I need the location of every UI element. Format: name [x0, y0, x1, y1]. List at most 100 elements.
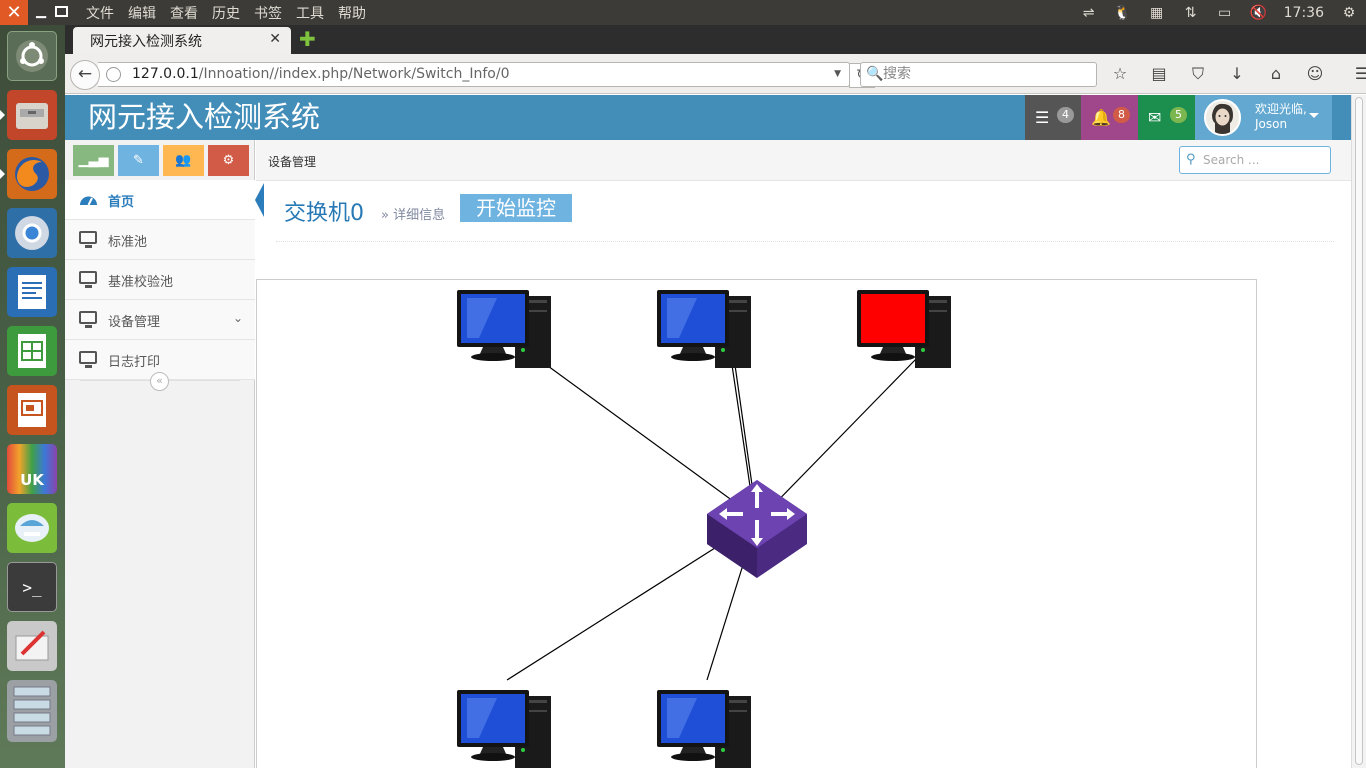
sidebar-item-home[interactable]: 首页 — [65, 180, 264, 220]
tab-strip: 网元接入检测系统 ✕ ✚ — [65, 25, 1366, 54]
tasks-button[interactable]: ☰ 4 — [1025, 95, 1081, 140]
globe-icon — [106, 67, 121, 82]
reading-list-icon[interactable]: ▤ — [1147, 62, 1171, 86]
active-indicator — [255, 183, 264, 217]
page-title-id: 0 — [350, 201, 365, 226]
menu-tools[interactable]: 工具 — [296, 3, 324, 23]
clock-text[interactable]: 17:36 — [1284, 5, 1324, 21]
page-search-placeholder: Search ... — [1203, 153, 1260, 167]
url-path: /Innoation//index.php/Network/Switch_Inf… — [198, 66, 510, 82]
messages-button[interactable]: ✉ 5 — [1138, 95, 1195, 140]
search-icon: ⚲ — [1186, 152, 1196, 167]
tux-icon[interactable]: 🐧 — [1114, 5, 1132, 21]
menu-bookmarks[interactable]: 书签 — [254, 3, 282, 23]
browser-tab[interactable]: 网元接入检测系统 ✕ — [73, 27, 291, 54]
sidebar-item-label: 基准校验池 — [108, 275, 174, 290]
pc-bottom-center-icon[interactable] — [657, 690, 751, 768]
tasks-icon: ☰ — [1035, 108, 1050, 127]
breadcrumb-bar: 设备管理 ⚲ Search ... — [256, 140, 1351, 181]
calendar-icon[interactable]: ▦ — [1148, 5, 1166, 21]
page-header: 交换机0 » 详细信息 开始监控 — [276, 194, 1334, 242]
libreoffice-calc-icon[interactable] — [7, 326, 57, 376]
terminal-icon[interactable]: >_ — [7, 562, 57, 612]
workspace-switcher-icon[interactable] — [7, 680, 57, 742]
pc-top-center-icon[interactable] — [657, 290, 751, 368]
user-menu[interactable]: 欢迎光临, Joson — [1195, 95, 1332, 140]
file-manager-icon[interactable] — [0, 90, 57, 140]
menu-edit[interactable]: 编辑 — [128, 3, 156, 23]
sidebar-collapse-button[interactable]: « — [150, 372, 169, 391]
signal-bars-button[interactable]: ▁▃▅ — [73, 145, 114, 176]
web-page: 网元接入检测系统 ☰ 4 🔔 8 ✉ 5 欢迎光临, Joson ▁▃▅ ✎ 👥… — [65, 95, 1351, 768]
caret-down-icon — [1309, 113, 1319, 118]
menu-view[interactable]: 查看 — [170, 3, 198, 23]
breadcrumb[interactable]: 设备管理 — [268, 153, 316, 170]
window-minimize-button[interactable]: ▁ — [33, 4, 49, 20]
libreoffice-writer-icon[interactable] — [7, 267, 57, 317]
sidebar-item-label: 首页 — [108, 195, 135, 210]
downloads-icon[interactable]: ↓ — [1225, 62, 1249, 86]
start-monitor-button[interactable]: 开始监控 — [460, 194, 572, 222]
menu-help[interactable]: 帮助 — [338, 3, 366, 23]
switch-icon[interactable] — [707, 480, 807, 578]
scrollbar-thumb[interactable] — [1355, 97, 1363, 765]
ubuntu-software-icon[interactable]: UK — [7, 444, 57, 494]
app-title[interactable]: 网元接入检测系统 — [88, 98, 320, 136]
ubuntu-dash-icon[interactable] — [7, 31, 57, 81]
pc-bottom-left-icon[interactable] — [457, 690, 551, 768]
users-button[interactable]: 👥 — [163, 145, 204, 176]
browser-search-input[interactable]: 🔍 搜索 — [860, 62, 1097, 87]
volume-icon[interactable]: 🔇 — [1250, 5, 1268, 21]
notifications-button[interactable]: 🔔 8 — [1081, 95, 1138, 140]
battery-icon[interactable]: ▭ — [1216, 5, 1234, 21]
home-icon[interactable]: ⌂ — [1264, 62, 1288, 86]
menu-file[interactable]: 文件 — [86, 3, 114, 23]
page-title: 交换机0 — [284, 195, 364, 227]
pc-top-right-icon[interactable] — [857, 290, 951, 368]
user-name: Joson — [1255, 117, 1288, 131]
sidebar-item-baseline-pool[interactable]: 基准校验池 — [65, 260, 255, 300]
signal-icon: ▁▃▅ — [78, 153, 109, 168]
cogs-button[interactable]: ⚙ — [208, 145, 249, 176]
tasks-badge: 4 — [1057, 107, 1074, 123]
window-maximize-button[interactable] — [55, 6, 68, 17]
window-close-button[interactable]: ✕ — [0, 0, 28, 25]
cogs-icon: ⚙ — [222, 153, 235, 168]
page-search-input[interactable]: ⚲ Search ... — [1179, 146, 1331, 174]
bookmark-star-icon[interactable]: ☆ — [1108, 62, 1132, 86]
sidebar: ▁▃▅ ✎ 👥 ⚙ 首页 标准池 基准校验池 设备管理 ⌄ 日志打印 « — [65, 140, 264, 768]
new-tab-plus-icon[interactable]: ✚ — [299, 29, 316, 49]
url-bar[interactable]: 127.0.0.1/Innoation//index.php/Network/S… — [98, 62, 875, 88]
editor-icon[interactable] — [7, 621, 57, 671]
bell-icon: 🔔 — [1091, 108, 1111, 127]
sidebar-item-standard-pool[interactable]: 标准池 — [65, 220, 255, 260]
pocket-icon[interactable]: ⛉ — [1186, 62, 1210, 86]
url-host: 127.0.0.1 — [132, 66, 199, 82]
transfer-icon[interactable]: ⇅ — [1182, 5, 1200, 21]
pc-top-left-icon[interactable] — [457, 290, 551, 368]
user-info: 欢迎光临, Joson — [1255, 102, 1307, 132]
topology-diagram — [457, 290, 951, 768]
notifications-badge: 8 — [1113, 107, 1130, 123]
url-dropdown-icon[interactable]: ▼ — [834, 63, 841, 86]
app-installer-icon[interactable] — [7, 503, 57, 553]
chat-icon[interactable]: ☺ — [1303, 62, 1327, 86]
back-button[interactable]: ← — [70, 60, 100, 90]
libreoffice-impress-icon[interactable] — [7, 385, 57, 435]
link-top-right — [758, 357, 918, 521]
chromium-icon[interactable] — [7, 208, 57, 258]
menu-history[interactable]: 历史 — [212, 3, 240, 23]
network-icon[interactable]: ⇌ — [1080, 5, 1098, 21]
tab-close-icon[interactable]: ✕ — [269, 31, 281, 47]
page-scrollbar[interactable] — [1351, 95, 1366, 768]
user-greeting: 欢迎光临, — [1255, 102, 1307, 116]
search-icon: 🔍 — [866, 66, 884, 82]
pencil-button[interactable]: ✎ — [118, 145, 159, 176]
power-gear-icon[interactable]: ⚙ — [1340, 5, 1358, 21]
sidebar-item-device-management[interactable]: 设备管理 ⌄ — [65, 300, 255, 340]
tab-title: 网元接入检测系统 — [90, 34, 202, 50]
pencil-icon: ✎ — [133, 153, 144, 168]
user-avatar — [1204, 99, 1241, 136]
firefox-icon[interactable] — [0, 149, 57, 199]
hamburger-menu-icon[interactable]: ☰ — [1350, 62, 1366, 86]
